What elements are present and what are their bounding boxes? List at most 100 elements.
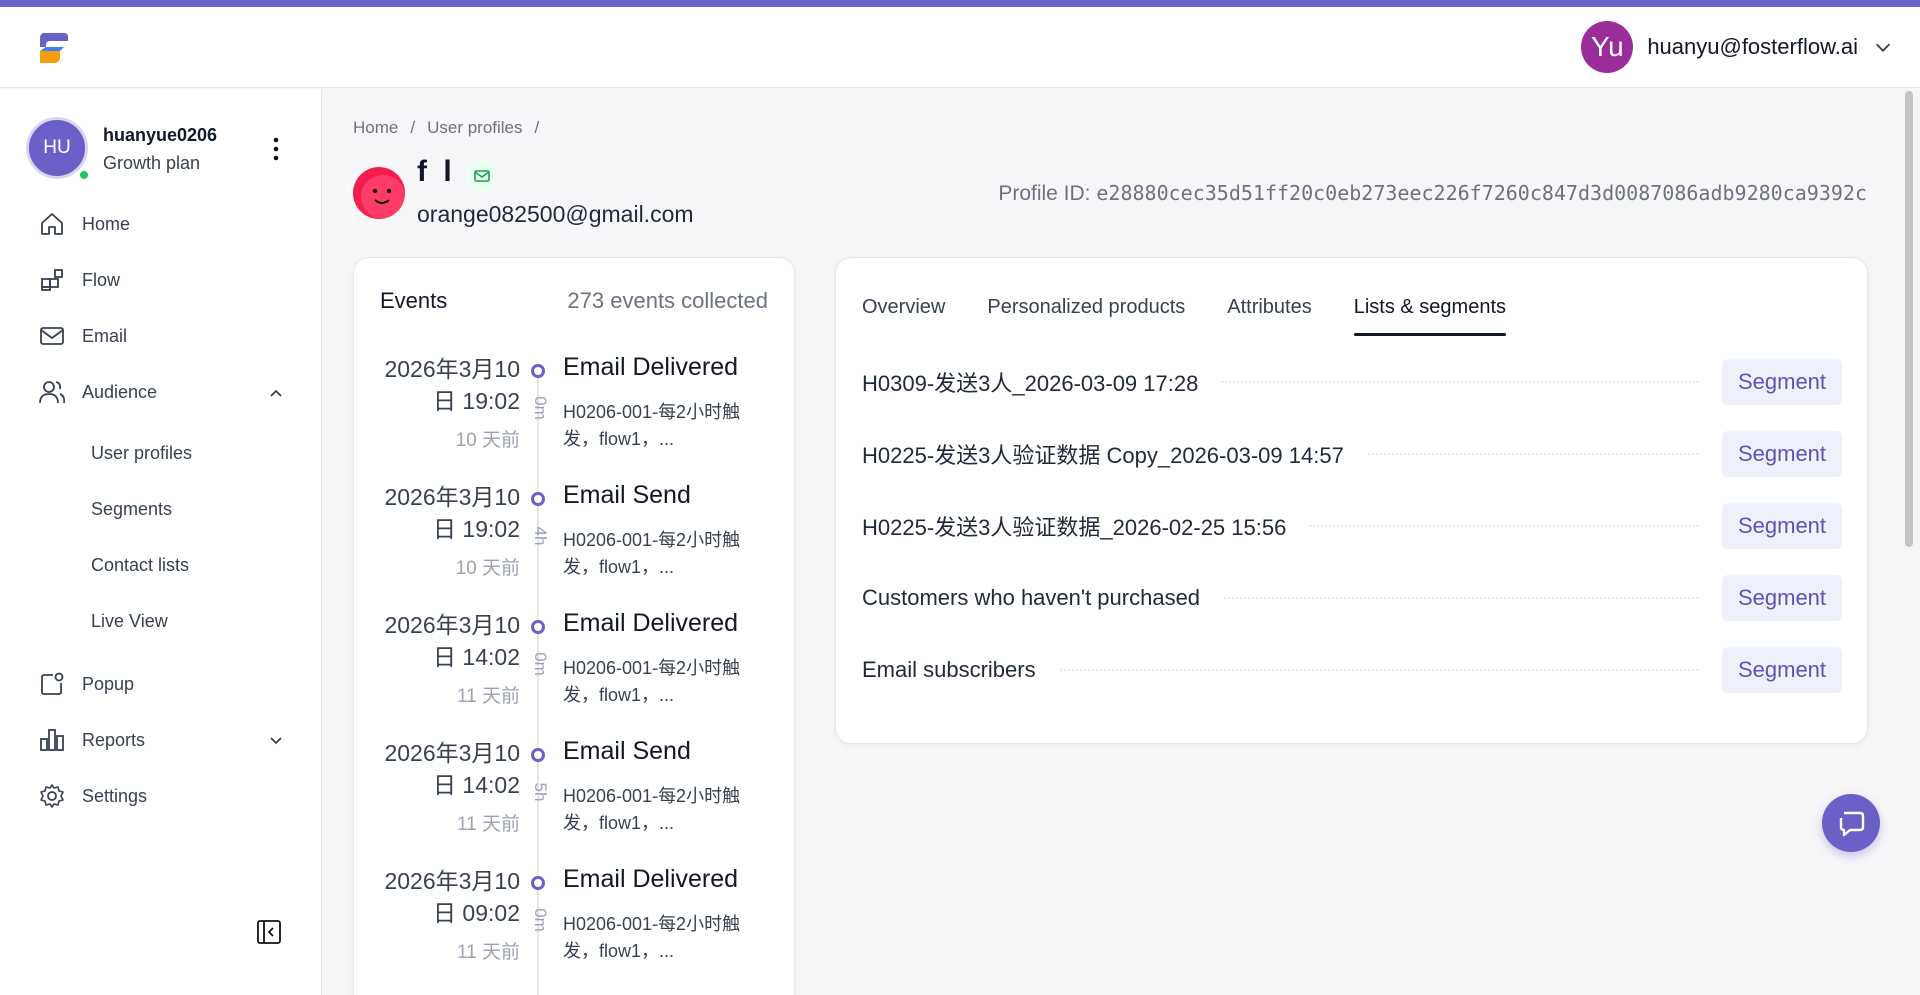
profile-name: f l [417, 155, 456, 188]
chevron-up-icon[interactable] [268, 385, 284, 401]
events-count: 273 events collected [567, 288, 768, 313]
sidebar-item-label: Audience [82, 381, 158, 402]
segment-badge[interactable]: Segment [1722, 575, 1842, 621]
sidebar-sub-user-profiles[interactable]: User profiles [91, 443, 192, 464]
event-date: 2026年3月10 日 14:02 [384, 612, 520, 670]
fosterflow-logo-icon[interactable] [34, 29, 72, 67]
timeline-dot-icon [531, 748, 545, 762]
event-relative-time: 11 天前 [456, 814, 520, 835]
segment-badge[interactable]: Segment [1722, 647, 1842, 693]
sidebar-item-label: Reports [82, 729, 146, 750]
gear-icon [40, 784, 64, 808]
event-date: 2026年3月10 日 09:02 [384, 868, 520, 926]
breadcrumb-separator: / [410, 118, 416, 137]
event-item[interactable]: 2026年3月10 日 19:02 10 天前 0m Email Delivere… [354, 353, 794, 481]
dotted-leader [1310, 525, 1698, 527]
profile-id-value: e28880cec35d51ff20c0eb273eec226f7260c847… [1096, 181, 1867, 205]
sidebar-item-label: Settings [82, 785, 148, 806]
top-accent-bar [0, 0, 1920, 7]
event-description: H0206-001-每2小时触发，flow1，... [563, 786, 741, 833]
event-title: Email Send [563, 481, 691, 509]
sidebar-item-label: Popup [82, 673, 135, 694]
main-content: Home / User profiles / f l orange082500@… [322, 89, 1898, 995]
email-channel-badge [467, 161, 497, 191]
event-description: H0206-001-每2小时触发，flow1，... [563, 402, 741, 449]
collapse-sidebar-icon[interactable] [256, 919, 282, 945]
segment-name[interactable]: H0309-发送3人_2026-03-09 17:28 [862, 366, 1222, 398]
list-item: H0309-发送3人_2026-03-09 17:28 Segment [862, 359, 1842, 405]
sidebar-item-popup[interactable]: Popup [38, 669, 134, 699]
users-icon [39, 381, 66, 404]
online-status-icon [78, 169, 90, 181]
event-item[interactable]: 2026年3月10 日 19:02 10 天前 4h Email Send H02… [354, 481, 794, 609]
home-icon [41, 213, 63, 235]
sidebar-sub-segments[interactable]: Segments [91, 499, 172, 520]
event-date: 2026年3月10 日 14:02 [384, 740, 520, 798]
flow-icon [41, 269, 63, 291]
timeline-dot-icon [531, 620, 545, 634]
breadcrumb: Home / User profiles / [353, 118, 539, 138]
smiley-avatar-icon [361, 175, 405, 219]
sidebar-sub-contact-lists[interactable]: Contact lists [91, 555, 189, 576]
event-duration: 4h [531, 526, 550, 546]
segment-name[interactable]: Customers who haven't purchased [862, 585, 1224, 611]
chat-support-button[interactable] [1822, 794, 1880, 852]
sidebar-item-reports[interactable]: Reports [38, 725, 145, 755]
mail-icon [40, 327, 64, 345]
event-duration: 0m [531, 652, 550, 676]
list-item: Email subscribers Segment [862, 647, 1842, 693]
timeline-dot-icon [531, 364, 545, 378]
scrollbar-thumb[interactable] [1905, 91, 1913, 547]
more-vertical-icon[interactable] [266, 135, 286, 163]
segment-name[interactable]: H0225-发送3人验证数据_2026-02-25 15:56 [862, 510, 1310, 542]
popup-icon [41, 672, 64, 695]
timeline-dot-icon [531, 876, 545, 890]
page-scrollbar[interactable] [1898, 89, 1920, 995]
profile-email: orange082500@gmail.com [417, 201, 694, 227]
lists-segments-card: Overview Personalized products Attribute… [835, 257, 1868, 744]
sidebar-item-label: Email [82, 325, 128, 346]
account-name: huanyue0206 [103, 125, 218, 145]
profile-tabs: Overview Personalized products Attribute… [862, 296, 1507, 336]
event-item[interactable]: 2026年3月10 日 09:02 11 天前 0m Email Delivere… [354, 865, 794, 993]
user-menu[interactable]: Yu huanyu@fosterflow.ai [1581, 21, 1894, 73]
avatar: HU [26, 117, 88, 179]
sidebar-sub-live-view[interactable]: Live View [91, 611, 168, 632]
tab-overview[interactable]: Overview [862, 296, 945, 336]
tab-lists-segments[interactable]: Lists & segments [1353, 296, 1507, 336]
dotted-leader [1059, 669, 1698, 671]
tab-attributes[interactable]: Attributes [1227, 296, 1311, 336]
list-item: H0225-发送3人验证数据 Copy_2026-03-09 14:57 Seg… [862, 431, 1842, 477]
sidebar-item-flow[interactable]: Flow [38, 265, 120, 295]
dotted-leader [1224, 597, 1698, 599]
segment-badge[interactable]: Segment [1722, 431, 1842, 477]
breadcrumb-home[interactable]: Home [353, 118, 398, 138]
sidebar-item-label: Home [82, 213, 131, 234]
sidebar: HU huanyue0206 Growth plan Home Flow Ema… [0, 89, 322, 995]
app-header: Yu huanyu@fosterflow.ai [0, 7, 1920, 88]
tab-personalized-products[interactable]: Personalized products [987, 296, 1185, 336]
segment-name[interactable]: Email subscribers [862, 657, 1060, 683]
chevron-down-icon[interactable] [268, 732, 284, 748]
sidebar-item-home[interactable]: Home [38, 209, 130, 239]
event-item[interactable]: 2026年3月10 日 14:02 11 天前 5h Email Send H02… [354, 737, 794, 865]
user-email: huanyu@fosterflow.ai [1647, 34, 1858, 59]
event-description: H0206-001-每2小时触发，flow1，... [563, 914, 741, 961]
user-avatar: Yu [1581, 21, 1634, 73]
sidebar-item-email[interactable]: Email [38, 321, 127, 351]
segment-badge[interactable]: Segment [1722, 503, 1842, 549]
list-item: Customers who haven't purchased Segment [862, 575, 1842, 621]
segment-badge[interactable]: Segment [1722, 359, 1842, 405]
event-description: H0206-001-每2小时触发，flow1，... [563, 530, 741, 577]
segment-name[interactable]: H0225-发送3人验证数据 Copy_2026-03-09 14:57 [862, 438, 1368, 470]
mail-icon [474, 170, 490, 182]
events-card: Events 273 events collected 2026年3月10 日 1… [353, 257, 795, 995]
bar-chart-icon [40, 729, 64, 751]
profile-avatar [353, 167, 405, 219]
event-relative-time: 10 天前 [455, 558, 520, 579]
breadcrumb-user-profiles[interactable]: User profiles [427, 118, 522, 138]
event-item[interactable]: 2026年3月10 日 14:02 11 天前 0m Email Delivere… [354, 609, 794, 737]
event-duration: 0m [531, 396, 550, 420]
sidebar-item-settings[interactable]: Settings [38, 781, 147, 811]
sidebar-item-audience[interactable]: Audience [38, 377, 157, 407]
